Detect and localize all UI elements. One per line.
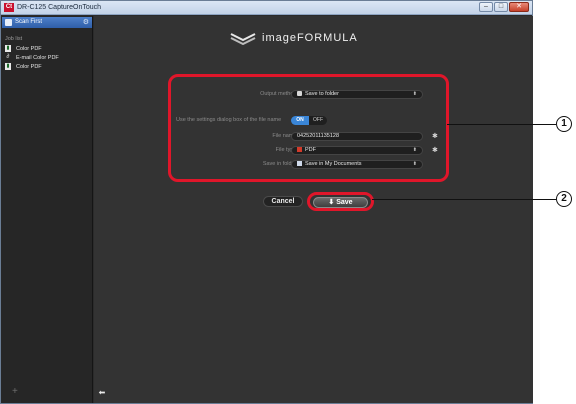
main-panel: imageFORMULA Output method: Save to fold… bbox=[94, 16, 533, 403]
save-in-folder-row: Save in folder: Save in My Documents ⬍ bbox=[171, 160, 446, 170]
save-in-folder-value: Save in My Documents bbox=[305, 161, 362, 167]
settings-panel: Output method: Save to folder ⬍ Use the … bbox=[168, 74, 449, 182]
job-item-label: Color PDF bbox=[16, 63, 42, 70]
toggle-on[interactable]: ON bbox=[291, 116, 309, 125]
file-type-settings-gear-icon[interactable]: ✱ bbox=[432, 146, 438, 155]
file-type-value: PDF bbox=[305, 147, 316, 153]
callout-line-2 bbox=[372, 199, 556, 200]
close-button[interactable]: ✕ bbox=[509, 2, 529, 12]
app-icon: Ct bbox=[4, 3, 14, 12]
job-item-label: E-mail Color PDF bbox=[16, 54, 59, 61]
pdf-file-icon bbox=[297, 147, 302, 152]
documents-icon bbox=[297, 161, 302, 166]
job-item-color-pdf[interactable]: ▮ Color PDF bbox=[5, 44, 91, 53]
file-name-row: File name: 04252011135128 ✱ bbox=[171, 132, 446, 142]
app-window: Ct DR-C125 CaptureOnTouch – □ ✕ Scan Fir… bbox=[0, 0, 533, 404]
scan-first-tab[interactable]: Scan First ⚙ bbox=[2, 17, 92, 28]
brand-header: imageFORMULA bbox=[230, 31, 358, 45]
file-name-dialog-toggle[interactable]: ON OFF bbox=[291, 116, 327, 125]
use-settings-dialog-label: Use the settings dialog box of the file … bbox=[176, 117, 282, 123]
paperclip-icon: ∂ bbox=[6, 54, 10, 60]
callout-line-1 bbox=[447, 124, 556, 125]
title-bar: Ct DR-C125 CaptureOnTouch – □ ✕ bbox=[1, 1, 532, 15]
callout-1: 1 bbox=[556, 116, 572, 132]
file-type-select[interactable]: PDF ⬍ bbox=[291, 146, 423, 155]
job-item-email-color-pdf[interactable]: ∂ E-mail Color PDF bbox=[5, 53, 91, 62]
job-list: ▮ Color PDF ∂ E-mail Color PDF ▮ Color P… bbox=[5, 44, 91, 71]
save-button[interactable]: ⬇ Save bbox=[313, 197, 368, 208]
save-in-folder-select[interactable]: Save in My Documents ⬍ bbox=[291, 160, 423, 169]
window-title: DR-C125 CaptureOnTouch bbox=[17, 4, 102, 11]
cancel-button[interactable]: Cancel bbox=[263, 196, 303, 207]
job-item-color-pdf-2[interactable]: ▮ Color PDF bbox=[5, 62, 91, 71]
job-item-label: Color PDF bbox=[16, 45, 42, 52]
output-method-value: Save to folder bbox=[305, 91, 339, 97]
brand-name: imageFORMULA bbox=[262, 32, 358, 44]
output-method-row: Output method: Save to folder ⬍ bbox=[171, 90, 446, 100]
chevron-updown-icon: ⬍ bbox=[412, 91, 417, 97]
output-method-select[interactable]: Save to folder ⬍ bbox=[291, 90, 423, 99]
callout-2: 2 bbox=[556, 191, 572, 207]
save-label: Save bbox=[336, 199, 353, 206]
scanner-icon bbox=[5, 19, 12, 26]
job-list-label: Job list bbox=[5, 36, 23, 42]
maximize-button[interactable]: □ bbox=[494, 2, 508, 12]
add-job-button[interactable]: + bbox=[12, 386, 18, 397]
toggle-off[interactable]: OFF bbox=[309, 116, 327, 125]
back-arrow-icon[interactable]: ⬅ bbox=[97, 388, 107, 397]
minimize-button[interactable]: – bbox=[479, 2, 493, 12]
chevron-updown-icon: ⬍ bbox=[412, 161, 417, 167]
window-controls: – □ ✕ bbox=[479, 2, 529, 12]
pdf-icon: ▮ bbox=[5, 45, 11, 52]
save-button-highlight: ⬇ Save bbox=[307, 192, 374, 211]
chevron-updown-icon: ⬍ bbox=[412, 147, 417, 153]
file-type-row: File type: PDF ⬍ ✱ bbox=[171, 146, 446, 156]
file-name-field[interactable]: 04252011135128 bbox=[291, 132, 423, 141]
file-name-settings-gear-icon[interactable]: ✱ bbox=[432, 132, 438, 141]
pdf-icon: ▮ bbox=[5, 63, 11, 70]
gear-icon[interactable]: ⚙ bbox=[83, 18, 89, 27]
imageformula-logo-icon bbox=[230, 33, 256, 45]
sidebar: Scan First ⚙ Job list ▮ Color PDF ∂ E-ma… bbox=[1, 16, 93, 403]
scan-first-label: Scan First bbox=[15, 19, 43, 25]
use-settings-dialog-row: Use the settings dialog box of the file … bbox=[171, 116, 446, 126]
folder-icon bbox=[297, 91, 302, 96]
